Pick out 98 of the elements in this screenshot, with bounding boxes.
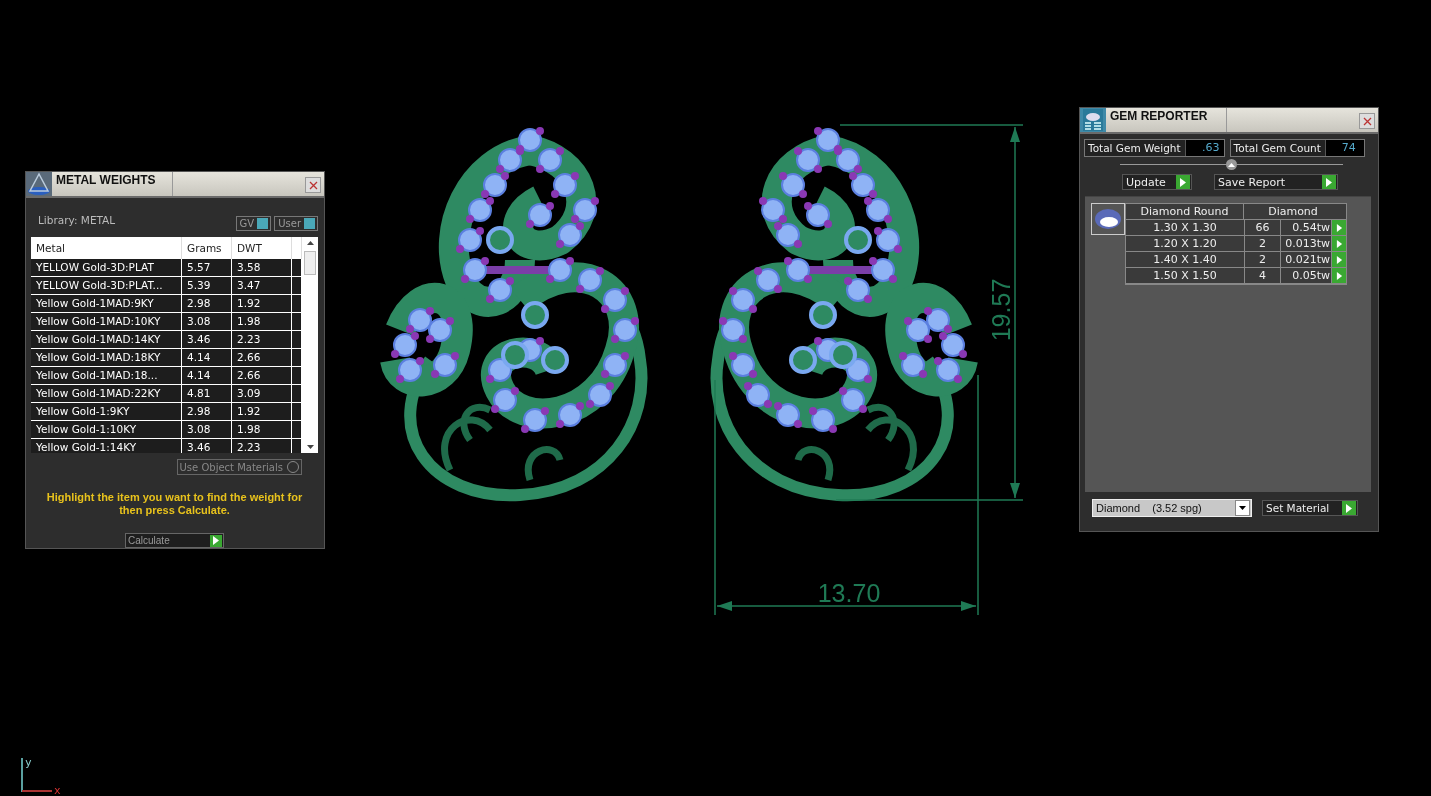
table-cell: YELLOW Gold-3D:PLAT... <box>31 277 182 294</box>
report-icon <box>1080 108 1106 132</box>
play-icon[interactable] <box>1332 268 1346 283</box>
table-cell: 4.14 <box>182 349 232 366</box>
library-label: Library: METAL <box>38 213 116 226</box>
table-cell: 3.58 <box>232 259 292 276</box>
stat-label: Total Gem Weight <box>1085 140 1186 156</box>
table-row[interactable]: 1.20 X 1.20 2 0.013tw <box>1126 236 1346 252</box>
stat-label: Total Gem Count <box>1230 140 1326 156</box>
table-row[interactable]: Yellow Gold-1:9KY 2.98 1.92 <box>31 403 302 421</box>
table-cell: Yellow Gold-1MAD:10KY <box>31 313 182 330</box>
column-header[interactable]: Diamond Round <box>1126 204 1244 219</box>
scroll-thumb[interactable] <box>304 251 316 275</box>
gem-icon <box>1091 203 1125 235</box>
table-cell: 1.50 X 1.50 <box>1126 268 1245 283</box>
table-cell: 2.23 <box>232 439 292 453</box>
material-dropdown[interactable]: Diamond (3.52 spg) <box>1092 499 1252 517</box>
table-cell: 2.23 <box>232 331 292 348</box>
table-cell: Yellow Gold-1:10KY <box>31 421 182 438</box>
table-cell: 66 <box>1245 220 1281 235</box>
table-cell: Yellow Gold-1:14KY <box>31 439 182 453</box>
table-cell: 5.39 <box>182 277 232 294</box>
table-cell: Yellow Gold-1MAD:18KY <box>31 349 182 366</box>
axis-icon <box>21 757 53 793</box>
axis-label: x <box>54 784 61 796</box>
save-report-button[interactable]: Save Report <box>1214 174 1338 190</box>
toggle-indicator[interactable] <box>304 218 315 229</box>
table-cell: 4.14 <box>182 367 232 384</box>
table-row[interactable]: Yellow Gold-1MAD:22KY 4.81 3.09 <box>31 385 302 403</box>
table-cell: 2 <box>1245 252 1281 267</box>
column-header[interactable]: Diamond <box>1258 204 1328 219</box>
toggle-indicator[interactable] <box>257 218 269 229</box>
play-icon[interactable] <box>1332 236 1346 251</box>
instruction-text: Highlight the item you want to find the weight for then press Calculate. <box>45 491 304 517</box>
table-cell: 4 <box>1245 268 1281 283</box>
table-row[interactable]: 1.50 X 1.50 4 0.05tw <box>1126 268 1346 284</box>
play-icon[interactable] <box>1332 220 1346 235</box>
dimension-label: 13.70 <box>817 579 881 607</box>
table-cell: 2.66 <box>232 367 292 384</box>
table-row[interactable]: Yellow Gold-1:10KY 3.08 1.98 <box>31 421 302 439</box>
table-cell: 2.66 <box>232 349 292 366</box>
table-cell: 3.09 <box>232 385 292 402</box>
dimension-label: 19.57 <box>987 278 1015 342</box>
table-cell: 1.98 <box>232 421 292 438</box>
table-cell: 2.98 <box>182 295 232 312</box>
play-icon <box>1342 501 1356 515</box>
table-cell: 2 <box>1245 236 1281 251</box>
table-cell: 3.47 <box>232 277 292 294</box>
stat-value: 74 <box>1325 140 1364 156</box>
column-header[interactable]: Grams <box>182 237 232 259</box>
table-row[interactable]: Yellow Gold-1MAD:18KY 4.14 2.66 <box>31 349 302 367</box>
table-row[interactable]: Yellow Gold-1MAD:18... 4.14 2.66 <box>31 367 302 385</box>
table-cell: 3.46 <box>182 331 232 348</box>
toggle-button[interactable]: GV <box>235 216 272 231</box>
table-cell: 1.30 X 1.30 <box>1126 220 1245 235</box>
column-header[interactable]: Metal <box>31 237 182 259</box>
table-cell: Yellow Gold-1MAD:18... <box>31 367 182 384</box>
stat-value: .63 <box>1185 140 1224 156</box>
table-cell: 3.46 <box>182 439 232 453</box>
table-cell: 2.98 <box>182 403 232 420</box>
table-row[interactable]: Yellow Gold-1MAD:10KY 3.08 1.98 <box>31 313 302 331</box>
window-title: GEM REPORTER <box>1106 108 1227 132</box>
play-icon[interactable] <box>1332 252 1346 267</box>
table-row[interactable]: YELLOW Gold-3D:PLAT 5.57 3.58 <box>31 259 302 277</box>
table-cell: 1.98 <box>232 313 292 330</box>
pyramid-icon <box>26 172 52 196</box>
toggle-label: Use Object Materials <box>179 461 283 473</box>
calculate-button[interactable]: Calculate <box>125 533 224 548</box>
set-material-button[interactable]: Set Material <box>1262 500 1358 516</box>
toggle-button[interactable]: User <box>274 216 318 231</box>
toggle-label: GV <box>239 218 255 229</box>
table-cell: Yellow Gold-1:9KY <box>31 403 182 420</box>
table-row[interactable]: 1.40 X 1.40 2 0.021tw <box>1126 252 1346 268</box>
table-row[interactable]: Yellow Gold-1MAD:14KY 3.46 2.23 <box>31 331 302 349</box>
table-row[interactable]: YELLOW Gold-3D:PLAT... 5.39 3.47 <box>31 277 302 295</box>
table-cell: 1.20 X 1.20 <box>1126 236 1245 251</box>
table-cell: 5.57 <box>182 259 232 276</box>
table-cell: Yellow Gold-1MAD:9KY <box>31 295 182 312</box>
window-title: METAL WEIGHTS <box>52 172 173 196</box>
table-cell: 1.92 <box>232 403 292 420</box>
table-row[interactable]: Yellow Gold-1MAD:9KY 2.98 1.92 <box>31 295 302 313</box>
column-header[interactable]: DWT <box>232 237 292 259</box>
table-cell: 3.08 <box>182 421 232 438</box>
play-icon <box>1176 175 1190 189</box>
axis-label: y <box>25 756 32 769</box>
play-icon <box>1322 175 1336 189</box>
table-cell: 3.08 <box>182 313 232 330</box>
table-cell: Yellow Gold-1MAD:14KY <box>31 331 182 348</box>
table-cell: YELLOW Gold-3D:PLAT <box>31 259 182 276</box>
table-row[interactable]: 1.30 X 1.30 66 0.54tw <box>1126 220 1346 236</box>
update-button[interactable]: Update <box>1122 174 1192 190</box>
table-cell: 1.40 X 1.40 <box>1126 252 1245 267</box>
toggle-label: User <box>278 218 301 229</box>
use-object-materials-toggle[interactable]: Use Object Materials <box>176 459 302 475</box>
table-cell: Yellow Gold-1MAD:22KY <box>31 385 182 402</box>
play-icon <box>210 534 222 547</box>
table-cell: 4.81 <box>182 385 232 402</box>
table-cell: 1.92 <box>232 295 292 312</box>
